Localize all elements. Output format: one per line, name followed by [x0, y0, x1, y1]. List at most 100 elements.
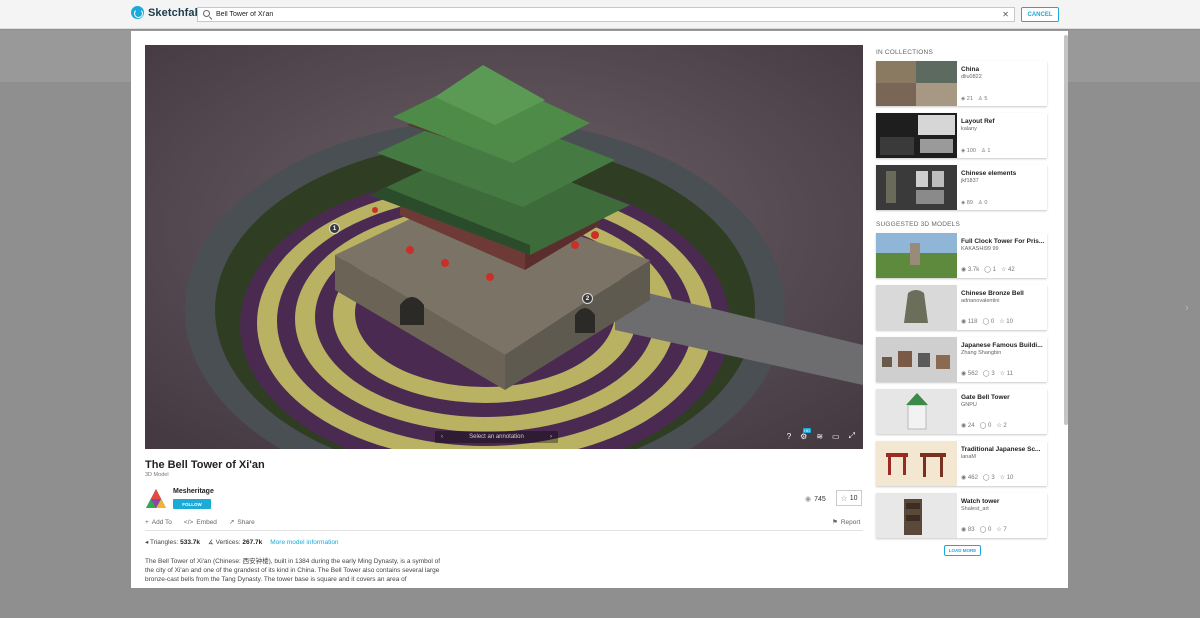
settings-icon[interactable]: ⚙ HD: [800, 427, 811, 441]
clear-search-icon[interactable]: ✕: [1002, 10, 1009, 19]
next-annotation-icon[interactable]: ›: [550, 434, 552, 440]
suggested-model-card[interactable]: Watch tower Shalest_art ◉ 83 ◯ 0 ☆ 7: [876, 493, 1047, 538]
view-count-value: 745: [814, 495, 826, 503]
help-icon[interactable]: ?: [787, 432, 791, 441]
suggested-model-card[interactable]: Traditional Japanese Sc... lanaM ◉ 462 ◯ …: [876, 441, 1047, 486]
models-icon: ◈ 21: [961, 96, 973, 102]
add-to-label: Add To: [151, 518, 172, 526]
plus-icon: +: [145, 518, 149, 526]
model-stats: ◂ Triangles: 533.7k ∡ Vertices: 267.7k M…: [145, 538, 339, 547]
collections-heading: IN COLLECTIONS: [876, 49, 933, 56]
report-button[interactable]: ⚑ Report: [832, 518, 861, 527]
bell-tower-render: [145, 45, 863, 449]
search-icon: [201, 8, 214, 21]
prev-annotation-icon[interactable]: ‹: [441, 434, 443, 440]
cancel-button[interactable]: CANCEL: [1021, 7, 1059, 22]
models-icon: ◈ 89: [961, 200, 973, 206]
model-thumbnail: [876, 285, 957, 330]
eye-icon: ◉ 118: [961, 319, 978, 325]
vertex-icon: ∡: [207, 539, 214, 546]
load-more-button[interactable]: LOAD MORE: [944, 545, 981, 556]
collection-thumbnail: [876, 165, 957, 210]
hd-badge: HD: [803, 427, 811, 433]
collection-card[interactable]: Chinese elements jkf1837 ◈ 89 ♙ 0: [876, 165, 1047, 210]
suggested-heading: SUGGESTED 3D MODELS: [876, 221, 960, 228]
vr-icon[interactable]: ▭: [832, 432, 840, 441]
collection-thumbnail: [876, 61, 957, 106]
modal-scrollbar[interactable]: [1064, 35, 1068, 425]
model-author: Zhang Shangbin: [961, 350, 1002, 356]
share-icon: ↗: [228, 519, 235, 526]
next-arrow-icon[interactable]: ›: [1185, 302, 1189, 314]
vertices-stat: ∡ Vertices: 267.7k: [208, 538, 262, 546]
search-input[interactable]: [214, 8, 1003, 21]
search-bar: ✕: [197, 7, 1015, 22]
model-stats: ◉ 83 ◯ 0 ☆ 7: [961, 526, 1007, 533]
collection-title: Chinese elements: [961, 170, 1017, 177]
star-icon: ☆ 11: [999, 371, 1013, 377]
model-title: Japanese Famous Buildi...: [961, 342, 1043, 349]
members-icon: ♙ 0: [977, 200, 988, 206]
fullscreen-icon[interactable]: ⤢: [849, 431, 855, 441]
collection-stats: ◈ 89 ♙ 0: [961, 200, 987, 206]
model-author: GNPU: [961, 402, 977, 408]
annotation-marker-1[interactable]: 1: [329, 223, 340, 234]
model-stats: ◉ 3.7k ◯ 1 ☆ 42: [961, 266, 1015, 273]
members-icon: ♙ 5: [977, 96, 988, 102]
star-icon: ☆: [840, 493, 848, 503]
model-title: Full Clock Tower For Pris...: [961, 238, 1045, 245]
suggested-model-card[interactable]: Gate Bell Tower GNPU ◉ 24 ◯ 0 ☆ 2: [876, 389, 1047, 434]
sketchfab-logo[interactable]: Sketchfab: [131, 6, 201, 19]
star-icon: ☆ 10: [999, 475, 1014, 481]
collection-author: jkf1837: [961, 178, 979, 184]
report-label: Report: [840, 518, 861, 526]
3d-viewer[interactable]: 1 2 ‹ Select an annotation › ? ⚙ HD ≋ ▭ ⤢: [145, 45, 863, 449]
suggested-model-card[interactable]: Full Clock Tower For Pris... KAKASHI99 9…: [876, 233, 1047, 278]
more-info-link[interactable]: More model information: [270, 539, 338, 546]
members-icon: ♙ 1: [980, 148, 991, 154]
like-button[interactable]: ☆ 10: [836, 490, 862, 506]
author-name[interactable]: Mesheritage: [173, 488, 214, 495]
star-icon: ☆ 7: [996, 527, 1007, 533]
suggested-model-card[interactable]: Japanese Famous Buildi... Zhang Shangbin…: [876, 337, 1047, 382]
model-stats: ◉ 118 ◯ 0 ☆ 10: [961, 318, 1013, 325]
model-thumbnail: [876, 493, 957, 538]
model-title: Watch tower: [961, 498, 1000, 505]
triangles-label: Triangles:: [149, 539, 179, 546]
vertices-value: 267.7k: [242, 539, 263, 546]
triangle-icon: ◂: [145, 539, 149, 546]
model-author: KAKASHI99 99: [961, 246, 999, 252]
divider: [145, 530, 863, 531]
embed-label: Embed: [196, 518, 217, 526]
eye-icon: ◉ 562: [961, 371, 978, 377]
model-thumbnail: [876, 337, 957, 382]
layers-icon[interactable]: ≋: [816, 432, 823, 441]
model-title: Gate Bell Tower: [961, 394, 1010, 401]
collection-card[interactable]: Layout Ref kalany ◈ 100 ♙ 1: [876, 113, 1047, 158]
model-author: lanaM: [961, 454, 976, 460]
add-to-button[interactable]: + Add To: [145, 518, 172, 526]
collection-thumbnail: [876, 113, 957, 158]
suggested-model-card[interactable]: Chinese Bronze Bell adrianovalentini ◉ 1…: [876, 285, 1047, 330]
model-stats: ◉ 562 ◯ 3 ☆ 11: [961, 370, 1013, 377]
model-author: Shalest_art: [961, 506, 989, 512]
eye-icon: ◉: [805, 496, 812, 503]
brand-name: Sketchfab: [148, 6, 202, 19]
model-thumbnail: [876, 233, 957, 278]
embed-button[interactable]: </> Embed: [184, 518, 217, 526]
collection-author: kalany: [961, 126, 977, 132]
follow-button[interactable]: FOLLOW: [173, 499, 211, 509]
vertices-label: Vertices:: [215, 539, 241, 546]
collection-author: dliu0822: [961, 74, 982, 80]
comment-icon: ◯ 1: [984, 267, 996, 273]
author-avatar[interactable]: [145, 488, 167, 510]
annotation-label: Select an annotation: [469, 434, 524, 440]
share-button[interactable]: ↗ Share: [228, 518, 255, 527]
model-title: Chinese Bronze Bell: [961, 290, 1024, 297]
share-label: Share: [237, 518, 255, 526]
collection-card[interactable]: China dliu0822 ◈ 21 ♙ 5: [876, 61, 1047, 106]
model-type: 3D Model: [145, 472, 169, 478]
model-actions: + Add To </> Embed ↗ Share: [145, 518, 255, 527]
top-header: Sketchfab ✕ CANCEL: [0, 0, 1200, 29]
annotation-marker-2[interactable]: 2: [582, 293, 593, 304]
